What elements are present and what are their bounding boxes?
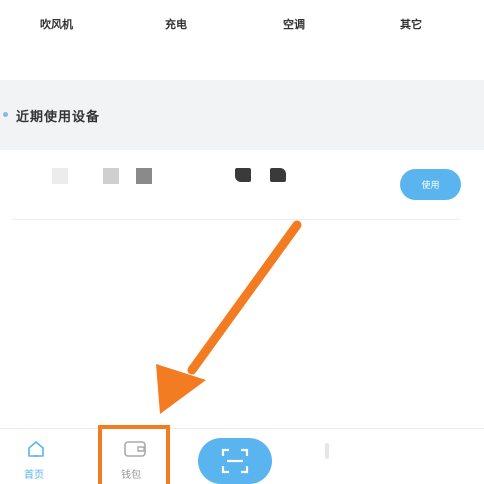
arrow-head	[156, 364, 206, 414]
section-dot-icon	[3, 112, 8, 117]
scan-button[interactable]	[198, 438, 272, 484]
category-bar: 吹风机 充电 空调 其它	[0, 0, 484, 80]
device-thumbnail-3	[136, 168, 152, 184]
arrow-shaft	[187, 220, 302, 375]
device-thumbnail-2	[103, 168, 119, 184]
device-thumbnail-5	[270, 168, 286, 182]
device-thumbnail-1	[52, 168, 68, 184]
tab-home-label[interactable]: 首页	[24, 466, 44, 481]
recent-devices-title: 近期使用设备	[16, 110, 101, 125]
category-other[interactable]: 其它	[400, 16, 422, 32]
category-charging[interactable]: 充电	[165, 16, 187, 32]
use-device-button[interactable]: 使用	[400, 169, 461, 200]
scan-icon	[221, 448, 249, 474]
category-hair-dryer[interactable]: 吹风机	[40, 16, 73, 32]
home-icon[interactable]	[27, 440, 45, 458]
device-thumbnail-4	[235, 168, 251, 182]
wallet-highlight-box	[98, 425, 170, 484]
row-divider	[12, 219, 460, 220]
category-air-conditioner[interactable]: 空调	[283, 16, 305, 32]
tab-partial-icon[interactable]	[325, 443, 329, 459]
